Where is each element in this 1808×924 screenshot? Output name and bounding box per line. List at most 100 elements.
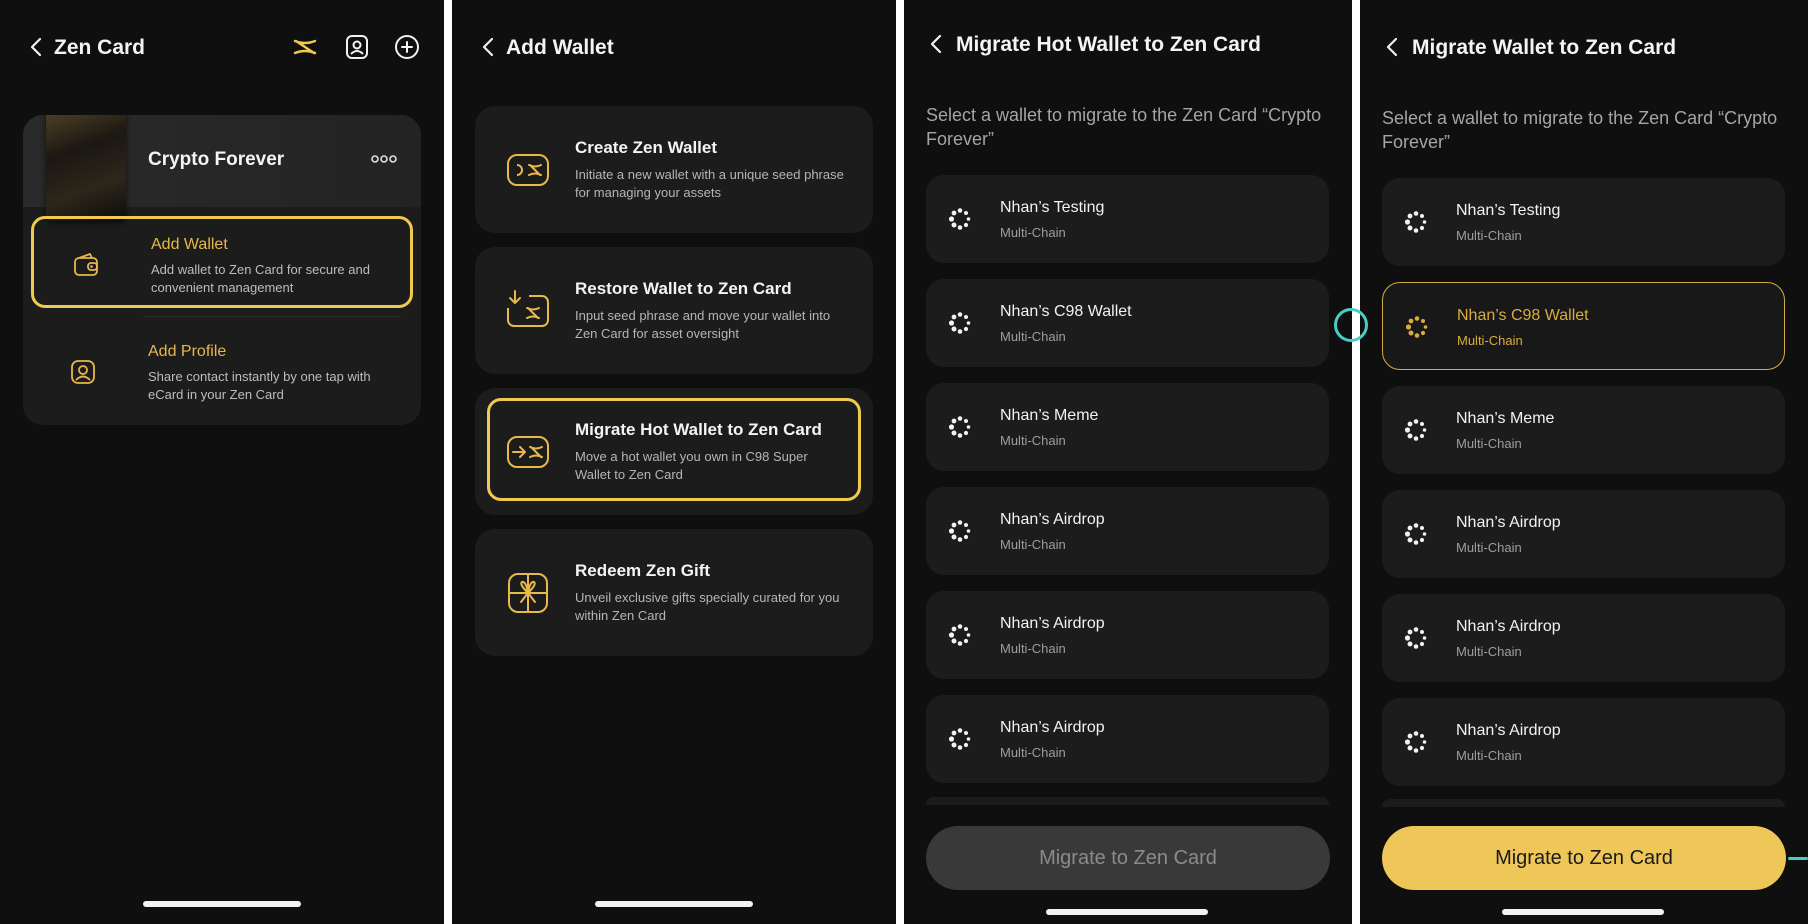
option-label: Migrate Hot Wallet to Zen Card <box>575 420 822 439</box>
wallet-type: Multi-Chain <box>1456 748 1522 763</box>
wallet-row[interactable]: Nhan’s Airdrop Multi-Chain <box>1382 698 1785 786</box>
wallet-type: Multi-Chain <box>1000 641 1066 656</box>
wallet-type: Multi-Chain <box>1000 745 1066 760</box>
profile-card-icon[interactable] <box>342 32 372 62</box>
header: Zen Card <box>0 28 444 68</box>
wallet-row[interactable]: Nhan’s Airdrop Multi-Chain <box>1382 594 1785 682</box>
home-indicator[interactable] <box>1046 909 1208 915</box>
header: Add Wallet <box>452 28 896 68</box>
multichain-icon <box>1404 730 1428 754</box>
wallet-type: Multi-Chain <box>1457 333 1523 348</box>
add-wallet-desc: Add wallet to Zen Card for secure and co… <box>151 262 370 295</box>
multichain-icon <box>948 623 972 647</box>
page-title: Add Wallet <box>506 36 614 59</box>
multichain-icon <box>948 311 972 335</box>
more-dots-icon[interactable] <box>371 153 397 165</box>
option-label: Create Zen Wallet <box>575 138 718 157</box>
wallet-row[interactable]: Nhan’s C98 Wallet Multi-Chain <box>926 279 1329 367</box>
add-wallet-option[interactable]: Add Wallet Add wallet to Zen Card for se… <box>31 216 413 308</box>
page-title: Zen Card <box>54 36 146 59</box>
wallet-name: Nhan’s Airdrop <box>1000 615 1105 632</box>
wallet-name: Nhan’s C98 Wallet <box>1457 307 1589 324</box>
migrate-wallet-screen: Migrate Wallet to Zen Card Select a wall… <box>1360 0 1808 924</box>
migrate-wallet-icon <box>507 436 549 468</box>
wallet-row[interactable]: Nhan’s Testing Multi-Chain <box>1382 178 1785 266</box>
wallet-name: Nhan’s C98 Wallet <box>1000 303 1132 320</box>
zen-logo-icon[interactable] <box>290 32 320 62</box>
wallet-row[interactable]: Nhan’s Meme Multi-Chain <box>1382 386 1785 474</box>
wallet-row-peek <box>1382 799 1785 807</box>
divider <box>143 316 401 317</box>
home-indicator[interactable] <box>595 901 753 907</box>
wallet-name: Nhan’s Airdrop <box>1000 511 1105 528</box>
back-arrow-icon[interactable] <box>26 36 48 58</box>
profile-icon <box>71 360 95 384</box>
gift-icon <box>508 573 548 613</box>
wallet-type: Multi-Chain <box>1000 225 1066 240</box>
wallet-icon <box>74 253 98 276</box>
wallet-name: Nhan’s Airdrop <box>1456 618 1561 635</box>
wallet-row[interactable]: Nhan’s Airdrop Multi-Chain <box>926 487 1329 575</box>
zen-card-screen: Zen Card Crypto Forever Add Wallet Add w… <box>0 0 444 924</box>
card-artwork <box>46 115 126 221</box>
add-profile-label: Add Profile <box>148 343 227 360</box>
wallet-name: Nhan’s Airdrop <box>1456 722 1561 739</box>
redeem-zen-gift-option[interactable]: Redeem Zen Gift Unveil exclusive gifts s… <box>475 529 873 656</box>
wallet-type: Multi-Chain <box>1456 644 1522 659</box>
migrate-button[interactable]: Migrate to Zen Card <box>926 826 1330 890</box>
add-wallet-screen: Add Wallet Create Zen Wallet Initiate a … <box>452 0 896 924</box>
card-name: Crypto Forever <box>148 149 285 170</box>
wallet-row-peek <box>926 797 1329 805</box>
wallet-name: Nhan’s Airdrop <box>1000 719 1105 736</box>
multichain-icon <box>1404 210 1428 234</box>
back-arrow-icon[interactable] <box>1382 36 1404 58</box>
option-label: Redeem Zen Gift <box>575 561 711 580</box>
wallet-row[interactable]: Nhan’s Airdrop Multi-Chain <box>926 591 1329 679</box>
option-desc: Move a hot wallet you own in C98 Super W… <box>575 449 808 482</box>
wallet-row[interactable]: Nhan’s Airdrop Multi-Chain <box>1382 490 1785 578</box>
wallet-row[interactable]: Nhan’s Meme Multi-Chain <box>926 383 1329 471</box>
flow-connector-ring <box>1334 308 1368 342</box>
wallet-type: Multi-Chain <box>1000 433 1066 448</box>
add-profile-option[interactable]: Add Profile Share contact instantly by o… <box>31 326 413 418</box>
wallet-row[interactable]: Nhan’s Testing Multi-Chain <box>926 175 1329 263</box>
wallet-type: Multi-Chain <box>1456 540 1522 555</box>
add-circle-icon[interactable] <box>392 32 422 62</box>
back-arrow-icon[interactable] <box>478 36 500 58</box>
option-desc: Initiate a new wallet with a unique seed… <box>575 167 844 200</box>
wallet-name: Nhan’s Testing <box>1456 202 1561 219</box>
header: Migrate Wallet to Zen Card <box>1360 28 1808 68</box>
restore-wallet-option[interactable]: Restore Wallet to Zen Card Input seed ph… <box>475 247 873 374</box>
flow-connector-line <box>1788 857 1808 860</box>
wallet-name: Nhan’s Meme <box>1000 407 1099 424</box>
wallet-name: Nhan’s Testing <box>1000 199 1105 216</box>
multichain-icon <box>1405 315 1429 339</box>
page-title: Migrate Wallet to Zen Card <box>1412 36 1677 59</box>
wallet-type: Multi-Chain <box>1000 329 1066 344</box>
migrate-hot-wallet-option[interactable]: Migrate Hot Wallet to Zen Card Move a ho… <box>475 388 873 515</box>
add-wallet-label: Add Wallet <box>151 236 228 253</box>
migrate-button[interactable]: Migrate to Zen Card <box>1382 826 1786 890</box>
wallet-name: Nhan’s Airdrop <box>1456 514 1561 531</box>
wallet-type: Multi-Chain <box>1456 436 1522 451</box>
page-title: Migrate Hot Wallet to Zen Card <box>956 33 1261 56</box>
header: Migrate Hot Wallet to Zen Card <box>904 25 1352 65</box>
wallet-row-selected[interactable]: Nhan’s C98 Wallet Multi-Chain <box>1382 282 1785 370</box>
add-profile-desc: Share contact instantly by one tap with … <box>148 369 371 402</box>
multichain-icon <box>948 415 972 439</box>
wallet-row[interactable]: Nhan’s Airdrop Multi-Chain <box>926 695 1329 783</box>
zen-card-panel: Crypto Forever Add Wallet Add wallet to … <box>23 115 421 425</box>
home-indicator[interactable] <box>143 901 301 907</box>
restore-wallet-icon <box>507 290 549 327</box>
wallet-type: Multi-Chain <box>1456 228 1522 243</box>
wallet-type: Multi-Chain <box>1000 537 1066 552</box>
multichain-icon <box>1404 522 1428 546</box>
wallet-name: Nhan’s Meme <box>1456 410 1555 427</box>
home-indicator[interactable] <box>1502 909 1664 915</box>
migrate-hot-wallet-screen: Migrate Hot Wallet to Zen Card Select a … <box>904 0 1352 924</box>
multichain-icon <box>948 207 972 231</box>
multichain-icon <box>1404 418 1428 442</box>
create-wallet-icon <box>507 154 549 186</box>
create-zen-wallet-option[interactable]: Create Zen Wallet Initiate a new wallet … <box>475 106 873 233</box>
back-arrow-icon[interactable] <box>926 33 948 55</box>
